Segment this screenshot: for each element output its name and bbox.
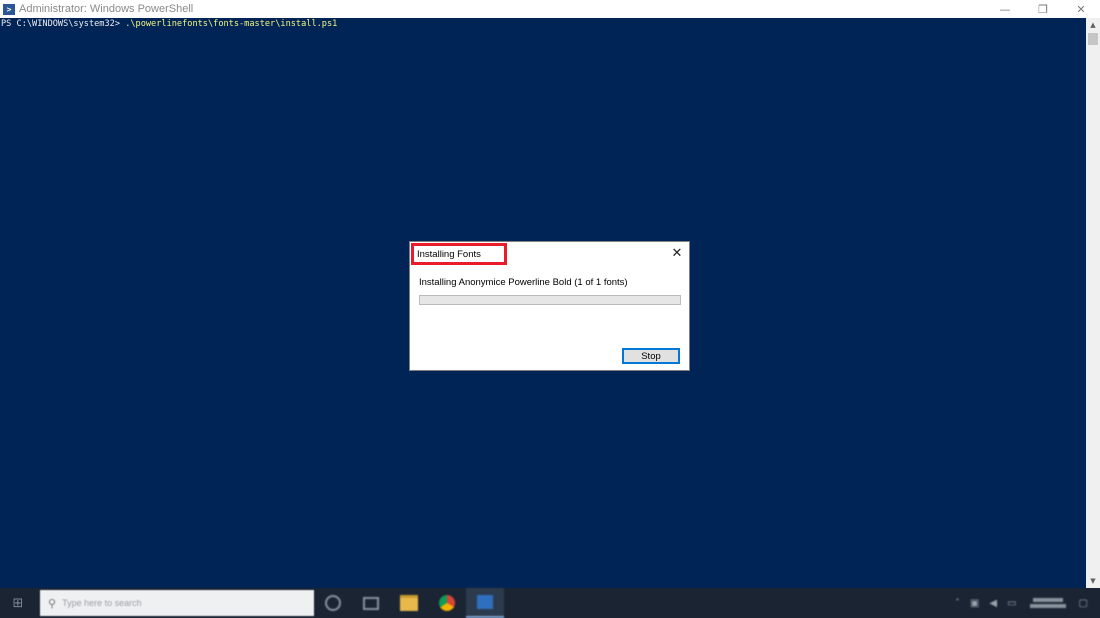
console-prompt: PS C:\WINDOWS\system32>	[1, 19, 126, 29]
powershell-taskbar-icon[interactable]	[466, 588, 504, 618]
network-icon[interactable]: ▣	[970, 598, 979, 609]
close-window-button[interactable]: ✕	[1062, 0, 1100, 18]
system-tray: ˄ ▣ ◀ ▭ ▢	[950, 588, 1100, 618]
task-view-icon[interactable]	[352, 588, 390, 618]
console-scrollbar[interactable]: ▲ ▼	[1086, 18, 1100, 588]
console-command: .\powerlinefonts\fonts-master\install.ps…	[125, 19, 338, 29]
taskbar-search-box[interactable]: ⚲ Type here to search	[40, 590, 314, 616]
scroll-down-arrow-icon[interactable]: ▼	[1086, 574, 1100, 588]
powershell-icon: >	[3, 3, 15, 15]
window-title: Administrator: Windows PowerShell	[19, 3, 194, 15]
dialog-status-message: Installing Anonymice Powerline Bold (1 o…	[419, 277, 628, 288]
search-placeholder: Type here to search	[62, 598, 142, 608]
notifications-icon[interactable]: ▢	[1079, 598, 1088, 609]
installing-fonts-dialog: Installing Fonts ✕ Installing Anonymice …	[409, 241, 690, 371]
file-explorer-icon[interactable]	[390, 588, 428, 618]
cortana-icon[interactable]	[314, 588, 352, 618]
install-progress-bar	[419, 295, 681, 305]
chrome-icon[interactable]	[428, 588, 466, 618]
scroll-up-arrow-icon[interactable]: ▲	[1086, 18, 1100, 32]
stop-button[interactable]: Stop	[622, 348, 680, 364]
window-controls: — ❐ ✕	[986, 0, 1100, 18]
minimize-button[interactable]: —	[986, 0, 1024, 18]
search-icon: ⚲	[48, 596, 57, 610]
dialog-title: Installing Fonts	[411, 243, 507, 265]
console-output[interactable]: PS C:\WINDOWS\system32> .\powerlinefonts…	[1, 18, 1081, 30]
battery-icon[interactable]: ▭	[1007, 598, 1016, 609]
start-button[interactable]: ⊞	[0, 588, 36, 618]
window-title-bar[interactable]: > Administrator: Windows PowerShell — ❐ …	[0, 0, 1100, 18]
dialog-close-icon[interactable]: ✕	[669, 245, 685, 261]
chevron-up-icon[interactable]: ˄	[955, 598, 960, 609]
scrollbar-thumb[interactable]	[1088, 33, 1098, 45]
taskbar: ⊞ ⚲ Type here to search ˄ ▣ ◀ ▭ ▢	[0, 588, 1100, 618]
volume-icon[interactable]: ◀	[989, 598, 997, 609]
restore-button[interactable]: ❐	[1024, 0, 1062, 18]
taskbar-clock[interactable]	[1029, 596, 1066, 610]
